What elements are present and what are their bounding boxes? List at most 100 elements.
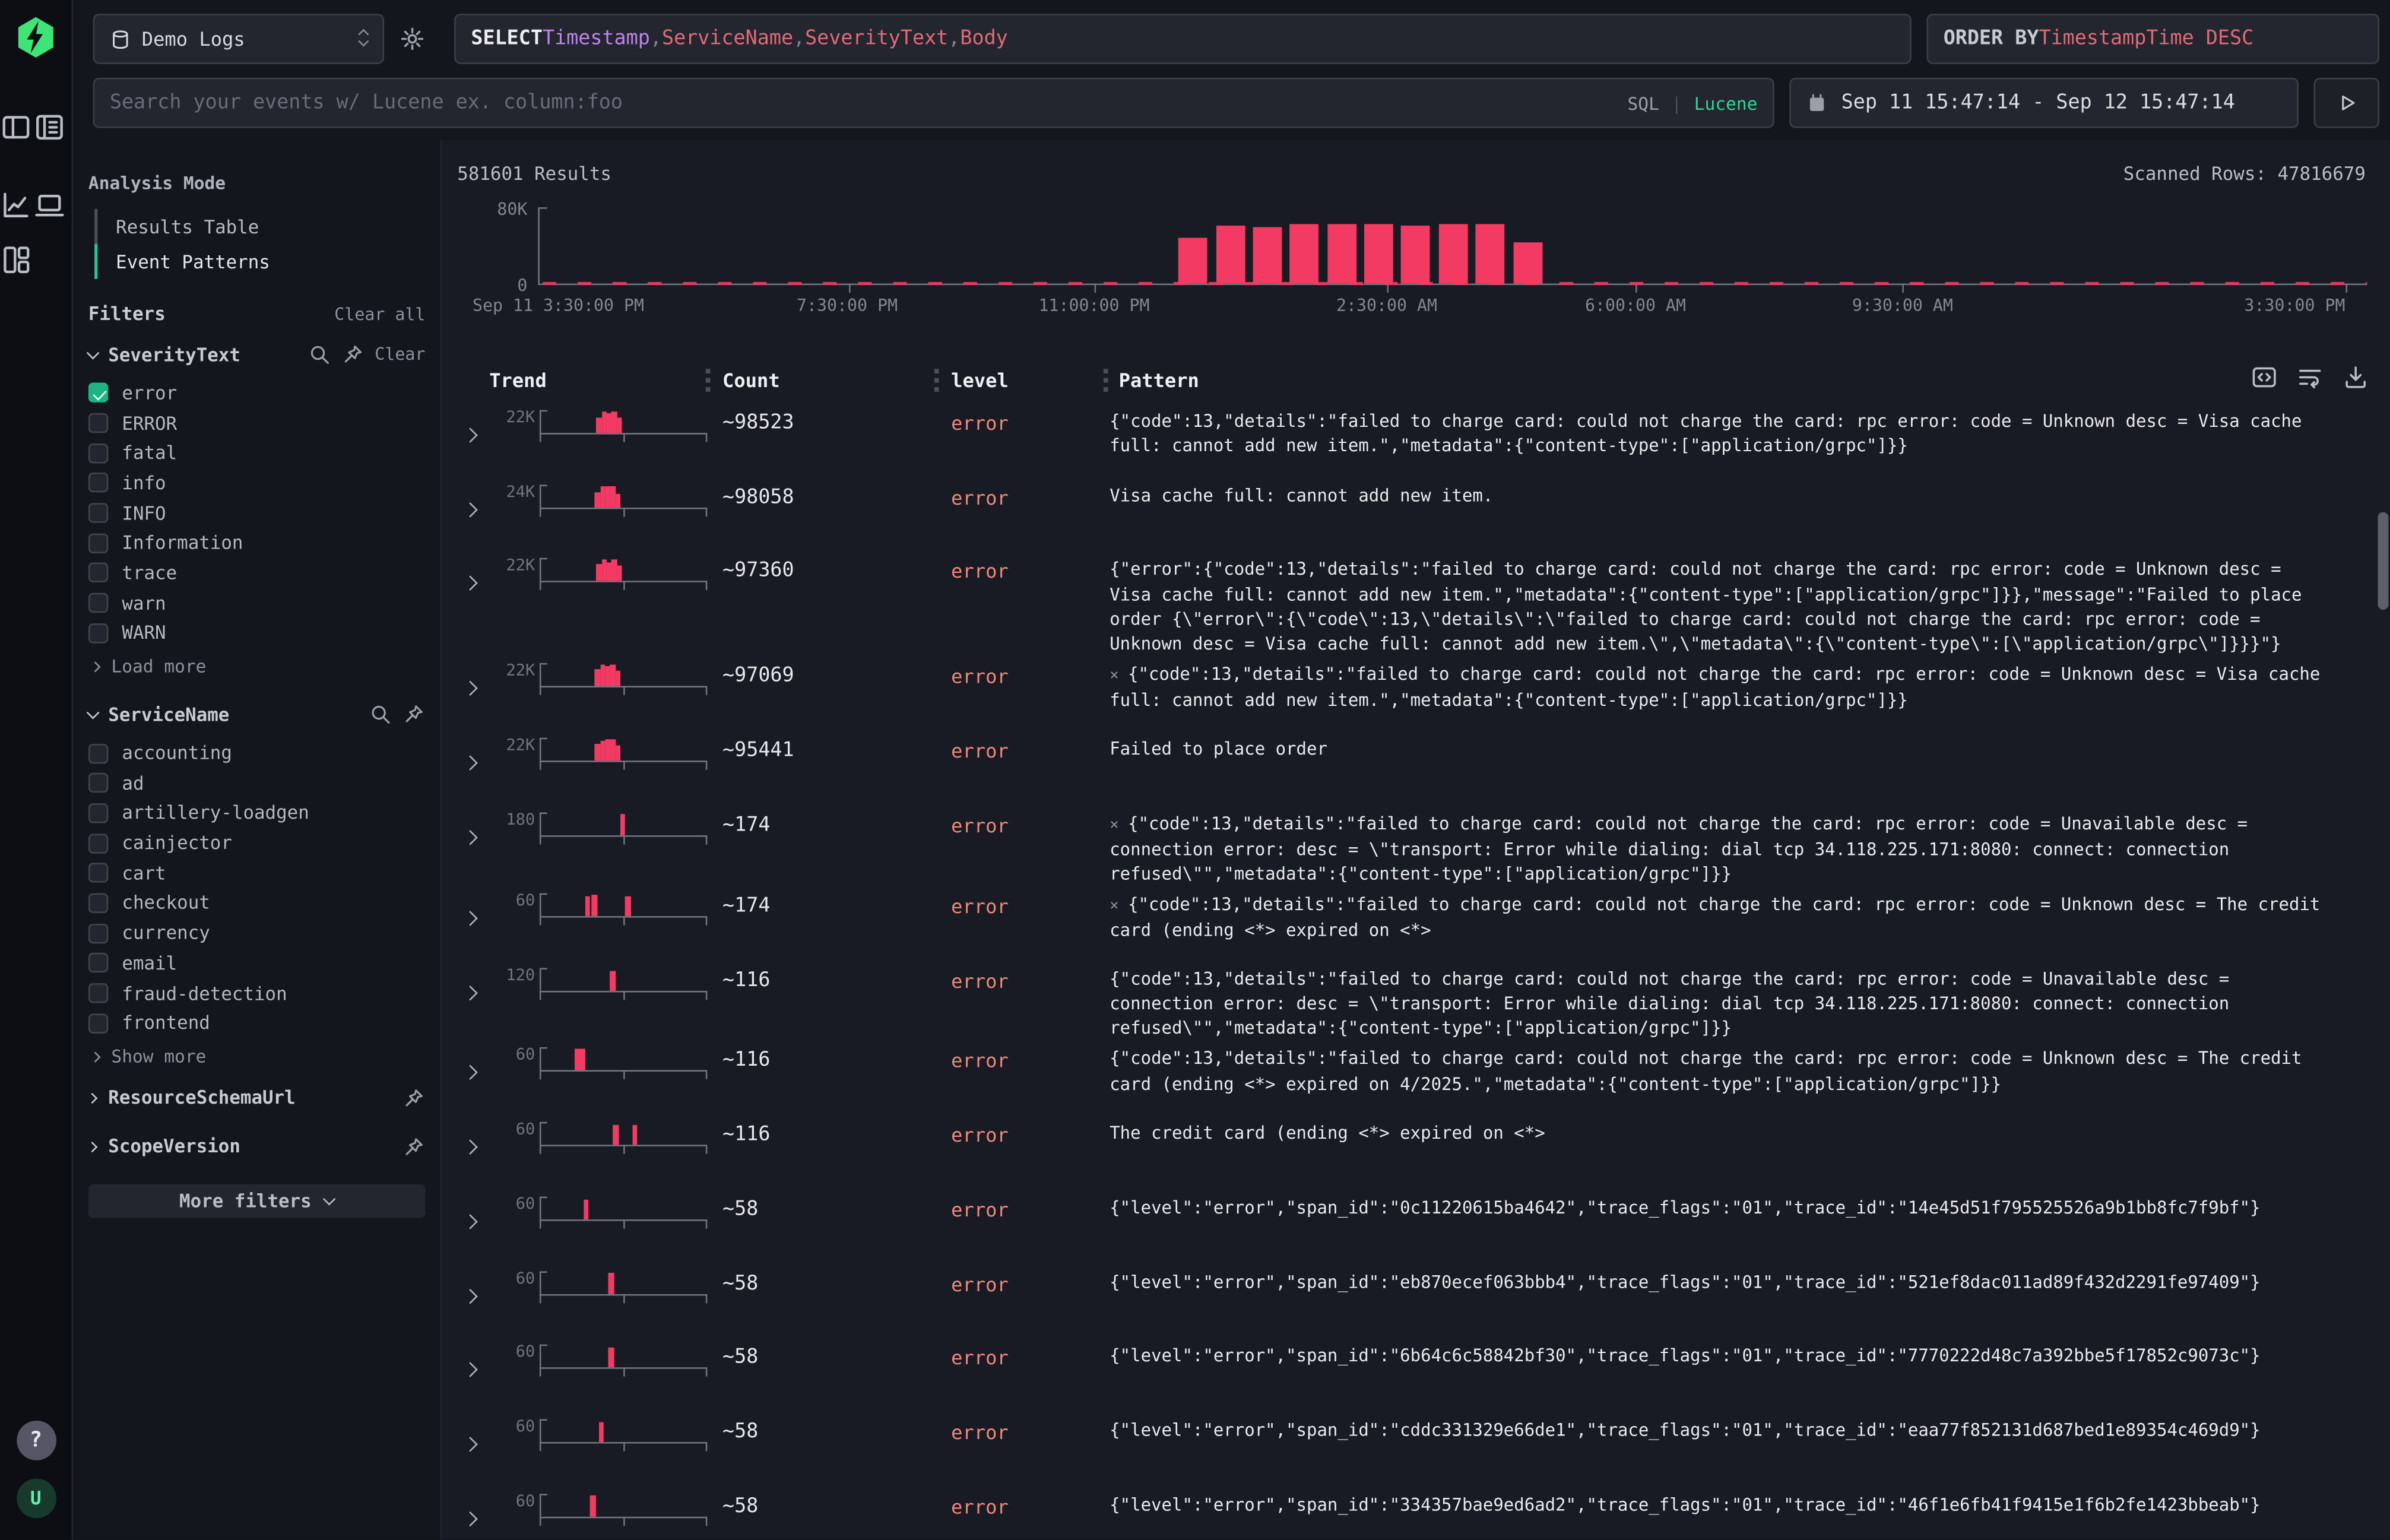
filter-option[interactable]: checkout xyxy=(88,888,425,918)
filter-option[interactable]: Information xyxy=(88,528,425,559)
filter-option[interactable]: email xyxy=(88,948,425,978)
wrap-lines-button[interactable] xyxy=(2297,365,2323,391)
column-resize-handle[interactable] xyxy=(706,369,711,392)
filter-group-name[interactable]: ServiceName xyxy=(108,704,229,725)
pattern-row[interactable]: 22K ~97069 error ×{"code":13,"details":"… xyxy=(457,657,2390,731)
checkbox[interactable] xyxy=(88,413,108,433)
pattern-row[interactable]: 22K ~97360 error ×{"error":{"code":13,"d… xyxy=(457,552,2390,657)
vertical-scrollbar-thumb[interactable] xyxy=(2378,512,2388,610)
checkbox[interactable] xyxy=(88,593,108,613)
filter-option[interactable]: fraud-detection xyxy=(88,978,425,1009)
checkbox[interactable] xyxy=(88,863,108,883)
rail-laptop-button[interactable] xyxy=(33,188,66,221)
checkbox[interactable] xyxy=(88,533,108,553)
filter-option[interactable]: error xyxy=(88,378,425,408)
filter-search-button[interactable] xyxy=(369,703,392,726)
expand-row-button[interactable] xyxy=(465,418,486,447)
filter-pin-button[interactable] xyxy=(402,1086,426,1110)
view-source-button[interactable] xyxy=(2251,365,2277,391)
rail-panel-left-button[interactable] xyxy=(0,110,33,143)
more-filters-button[interactable]: More filters xyxy=(88,1184,425,1218)
histogram-bar[interactable] xyxy=(1253,226,1282,283)
histogram-bar[interactable] xyxy=(1513,242,1542,284)
checkbox[interactable] xyxy=(88,503,108,523)
histogram-bar[interactable] xyxy=(1216,226,1245,284)
results-histogram[interactable]: 80K 0 Sep 11 3:30:00 PM7:30:00 PM11:00:0… xyxy=(457,199,2390,312)
filter-pin-button[interactable] xyxy=(341,343,364,366)
load-more-link[interactable]: Load more xyxy=(91,651,425,682)
checkbox[interactable] xyxy=(88,473,108,493)
download-results-button[interactable] xyxy=(2343,365,2369,391)
source-settings-button[interactable] xyxy=(400,19,439,59)
expand-row-button[interactable] xyxy=(465,819,486,848)
time-range-picker[interactable]: Sep 11 15:47:14 - Sep 12 15:47:14 xyxy=(1789,78,2299,128)
pattern-row[interactable]: 60 ~116 error ×{"code":13,"details":"fai… xyxy=(457,1042,2390,1116)
pattern-row[interactable]: 60 ~58 error ×{"level":"error","span_id"… xyxy=(457,1339,2390,1413)
pattern-row[interactable]: 60 ~58 error ×{"level":"error","span_id"… xyxy=(457,1265,2390,1339)
histogram-bar[interactable] xyxy=(1476,224,1505,283)
histogram-bar[interactable] xyxy=(1178,238,1207,284)
checkbox[interactable] xyxy=(88,923,108,943)
source-select[interactable]: Demo Logs xyxy=(93,14,384,64)
dismiss-flag-icon[interactable]: × xyxy=(1110,898,1118,915)
filter-option[interactable]: accounting xyxy=(88,738,425,768)
filter-pin-button[interactable] xyxy=(402,1135,426,1158)
checkbox[interactable] xyxy=(88,1013,108,1033)
pattern-row[interactable]: 60 ~58 error ×{"level":"error","span_id"… xyxy=(457,1487,2390,1539)
filter-option[interactable]: cart xyxy=(88,858,425,888)
column-header-trend[interactable]: Trend xyxy=(489,369,547,392)
histogram-bar[interactable] xyxy=(1402,226,1431,284)
rail-line-chart-button[interactable] xyxy=(0,188,33,221)
histogram-bar[interactable] xyxy=(1364,223,1393,283)
histogram-bar[interactable] xyxy=(1327,224,1356,283)
expand-row-button[interactable] xyxy=(465,1427,486,1456)
checkbox[interactable] xyxy=(88,893,108,913)
filter-option[interactable]: WARN xyxy=(88,618,425,648)
expand-row-button[interactable] xyxy=(465,901,486,930)
dismiss-flag-icon[interactable]: × xyxy=(1110,668,1118,685)
orderby-clause-input[interactable]: ORDER BY TimestampTime DESC xyxy=(1926,14,2379,64)
filter-option[interactable]: ERROR xyxy=(88,408,425,438)
expand-row-button[interactable] xyxy=(465,492,486,521)
language-toggle-lucene[interactable]: Lucene xyxy=(1694,92,1758,113)
expand-row-button[interactable] xyxy=(465,1204,486,1233)
checkbox[interactable] xyxy=(88,563,108,583)
dismiss-flag-icon[interactable]: × xyxy=(1110,816,1118,833)
expand-row-button[interactable] xyxy=(465,1130,486,1159)
language-toggle-sql[interactable]: SQL xyxy=(1628,92,1659,113)
expand-row-button[interactable] xyxy=(465,1056,486,1085)
checkbox[interactable] xyxy=(88,773,108,793)
checkbox[interactable] xyxy=(88,743,108,763)
column-header-level[interactable]: level xyxy=(951,369,1009,392)
filter-option[interactable]: currency xyxy=(88,918,425,948)
filter-option[interactable]: frontend xyxy=(88,1008,425,1038)
filter-option[interactable]: fatal xyxy=(88,438,425,468)
filter-pin-button[interactable] xyxy=(402,703,426,726)
pattern-row[interactable]: 60 ~116 error ×The credit card (ending <… xyxy=(457,1116,2390,1190)
user-avatar[interactable]: U xyxy=(16,1479,56,1519)
filter-group-scopeversion[interactable]: ScopeVersion xyxy=(88,1123,425,1169)
column-header-pattern[interactable]: Pattern xyxy=(1119,369,1199,392)
filter-option[interactable]: artillery-loadgen xyxy=(88,798,425,828)
column-resize-handle[interactable] xyxy=(934,369,939,392)
histogram-bar[interactable] xyxy=(1438,223,1467,283)
app-logo[interactable] xyxy=(14,15,58,59)
filter-option[interactable]: ad xyxy=(88,768,425,798)
filter-option[interactable]: info xyxy=(88,468,425,498)
filter-option[interactable]: INFO xyxy=(88,498,425,528)
column-header-count[interactable]: Count xyxy=(722,369,780,392)
checkbox[interactable] xyxy=(88,983,108,1003)
histogram-bar[interactable] xyxy=(1290,224,1319,283)
search-input[interactable] xyxy=(110,91,1615,115)
checkbox[interactable] xyxy=(88,833,108,853)
column-resize-handle[interactable] xyxy=(1104,369,1108,392)
expand-row-button[interactable] xyxy=(465,975,486,1005)
pattern-row[interactable]: 22K ~98523 error ×{"code":13,"details":"… xyxy=(457,404,2390,478)
clear-all-filters-button[interactable]: Clear all xyxy=(334,304,425,324)
chevron-down-icon[interactable] xyxy=(87,346,100,359)
filter-option[interactable]: trace xyxy=(88,558,425,588)
expand-row-button[interactable] xyxy=(465,1352,486,1381)
analysis-mode-item[interactable]: Event Patterns xyxy=(94,244,425,279)
expand-row-button[interactable] xyxy=(465,566,486,595)
pattern-row[interactable]: 22K ~95441 error ×Failed to place order xyxy=(457,731,2390,806)
